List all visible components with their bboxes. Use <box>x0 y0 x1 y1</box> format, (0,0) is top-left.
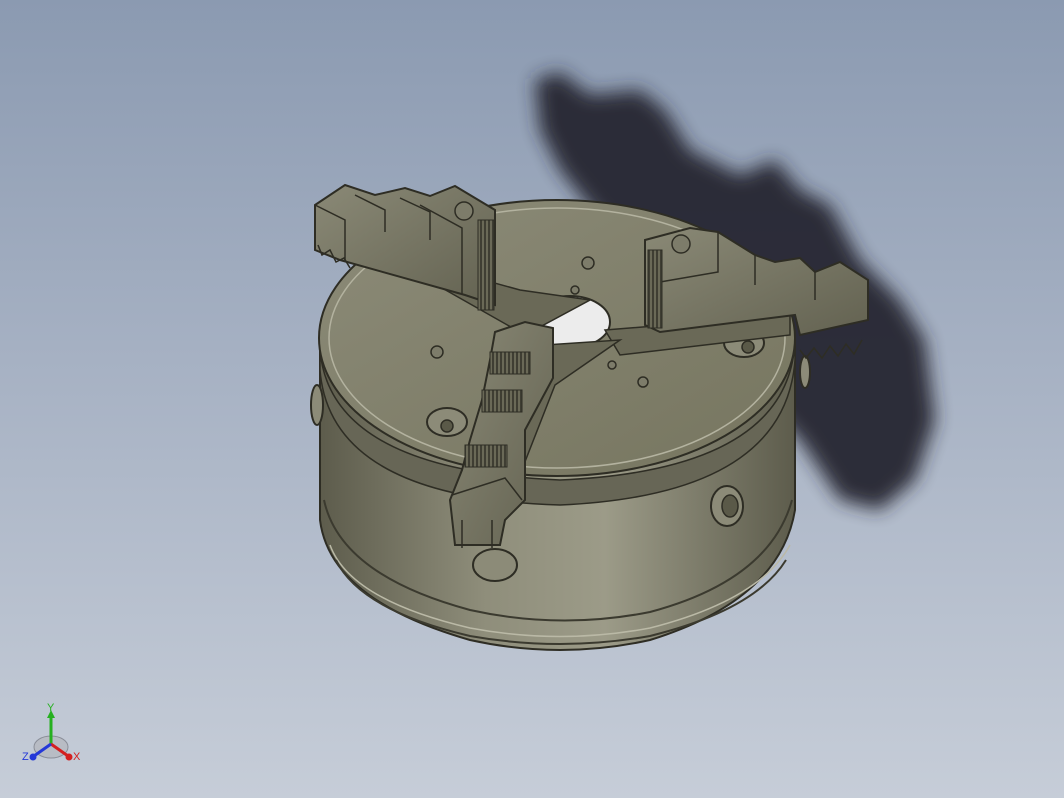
z-axis-knob <box>29 753 37 761</box>
face-screw-socket <box>440 419 454 433</box>
face-hole <box>430 345 444 359</box>
side-hole <box>472 548 518 582</box>
face-hole <box>581 256 595 270</box>
z-axis-label: Z <box>22 751 29 763</box>
three-jaw-chuck-model[interactable] <box>0 0 1064 798</box>
cad-graphics-viewport[interactable]: Y Z X <box>0 0 1064 798</box>
x-axis-label: X <box>73 751 81 763</box>
side-hole <box>799 355 811 389</box>
face-hole <box>637 376 649 388</box>
side-hole-inner <box>721 494 739 518</box>
y-axis-label: Y <box>47 702 55 714</box>
view-orientation-triad[interactable]: Y Z X <box>18 702 88 772</box>
x-axis-knob <box>65 753 73 761</box>
side-hole <box>310 384 324 426</box>
face-screw-socket <box>741 340 755 354</box>
face-hole <box>607 360 617 370</box>
face-hole <box>570 285 580 295</box>
